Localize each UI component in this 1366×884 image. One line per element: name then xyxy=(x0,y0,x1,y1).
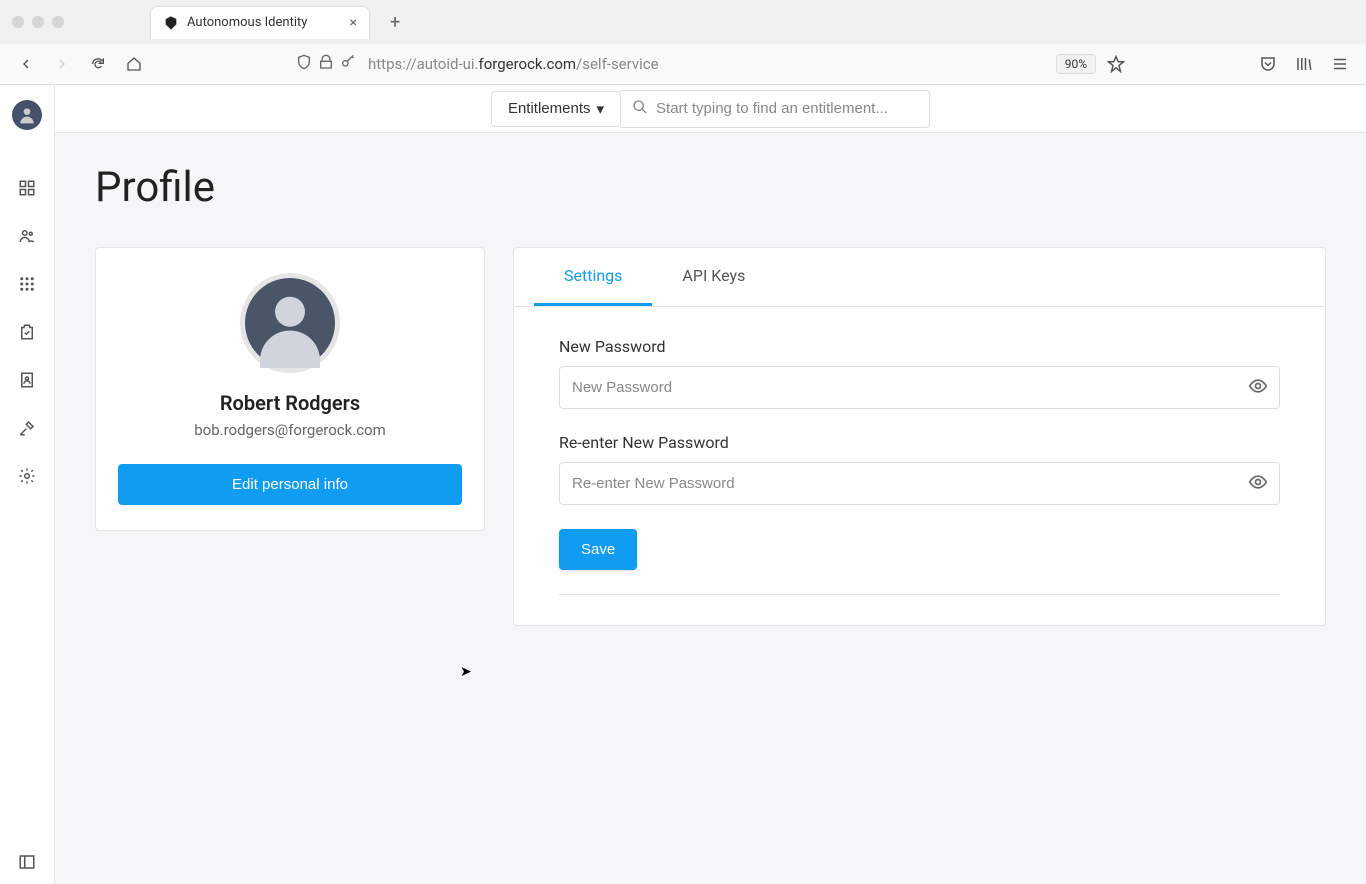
cursor-icon: ➤ xyxy=(460,664,472,680)
search-icon xyxy=(632,99,648,119)
tab-api-keys[interactable]: API Keys xyxy=(652,248,775,306)
browser-titlebar: Autonomous Identity × + xyxy=(0,0,1366,44)
apps-grid-icon[interactable] xyxy=(17,274,37,294)
bookmark-star-icon[interactable] xyxy=(1102,50,1130,78)
sidebar xyxy=(0,85,55,884)
gavel-icon[interactable] xyxy=(17,418,37,438)
gear-icon[interactable] xyxy=(17,466,37,486)
chevron-down-icon: ▾ xyxy=(597,100,605,118)
tabs: Settings API Keys xyxy=(514,248,1325,307)
contacts-icon[interactable] xyxy=(17,370,37,390)
search-container[interactable] xyxy=(620,90,930,128)
tasks-icon[interactable] xyxy=(17,322,37,342)
library-icon[interactable] xyxy=(1290,50,1318,78)
new-password-input[interactable] xyxy=(559,366,1280,409)
dropdown-label: Entitlements xyxy=(508,100,591,117)
browser-tab[interactable]: Autonomous Identity × xyxy=(150,6,370,39)
app-header: Entitlements ▾ xyxy=(55,85,1366,133)
forward-button[interactable] xyxy=(48,50,76,78)
settings-panel: Settings API Keys New Password xyxy=(513,247,1326,626)
main-area: Entitlements ▾ Profile Robert Rodgers xyxy=(55,85,1366,884)
minimize-window-button[interactable] xyxy=(32,16,44,28)
lock-icon[interactable] xyxy=(318,54,334,74)
close-window-button[interactable] xyxy=(12,16,24,28)
password-form: New Password Re-enter New Password xyxy=(514,307,1325,625)
url-text[interactable]: https://autoid-ui.forgerock.com/self-ser… xyxy=(368,51,1050,77)
entitlements-dropdown[interactable]: Entitlements ▾ xyxy=(491,91,621,127)
app-container: Entitlements ▾ Profile Robert Rodgers xyxy=(0,85,1366,884)
eye-icon[interactable] xyxy=(1248,472,1268,496)
dashboard-icon[interactable] xyxy=(17,178,37,198)
profile-avatar xyxy=(240,273,340,373)
key-icon[interactable] xyxy=(340,54,356,74)
pocket-icon[interactable] xyxy=(1254,50,1282,78)
search-input[interactable] xyxy=(656,100,917,117)
tab-favicon-icon xyxy=(163,15,179,31)
edit-personal-info-button[interactable]: Edit personal info xyxy=(118,464,462,505)
profile-email: bob.rodgers@forgerock.com xyxy=(118,421,462,439)
browser-chrome: Autonomous Identity × + xyxy=(0,0,1366,85)
confirm-password-label: Re-enter New Password xyxy=(559,433,1280,452)
confirm-password-input[interactable] xyxy=(559,462,1280,505)
window-controls xyxy=(12,16,64,28)
tab-settings[interactable]: Settings xyxy=(534,248,652,306)
zoom-badge[interactable]: 90% xyxy=(1056,54,1096,74)
tab-title: Autonomous Identity xyxy=(187,15,307,30)
divider xyxy=(559,594,1280,595)
profile-layout: Robert Rodgers bob.rodgers@forgerock.com… xyxy=(95,247,1326,626)
page-title: Profile xyxy=(95,163,1326,212)
eye-icon[interactable] xyxy=(1248,376,1268,400)
shield-icon[interactable] xyxy=(296,54,312,74)
new-password-label: New Password xyxy=(559,337,1280,356)
url-bar[interactable]: https://autoid-ui.forgerock.com/self-ser… xyxy=(164,50,1130,78)
sidebar-user-avatar[interactable] xyxy=(12,100,42,130)
content: Profile Robert Rodgers bob.rodgers@forge… xyxy=(55,133,1366,884)
profile-card: Robert Rodgers bob.rodgers@forgerock.com… xyxy=(95,247,485,531)
profile-name: Robert Rodgers xyxy=(118,391,462,415)
users-icon[interactable] xyxy=(17,226,37,246)
browser-toolbar: https://autoid-ui.forgerock.com/self-ser… xyxy=(0,44,1366,84)
reload-button[interactable] xyxy=(84,50,112,78)
tab-close-icon[interactable]: × xyxy=(350,15,357,31)
back-button[interactable] xyxy=(12,50,40,78)
collapse-icon[interactable] xyxy=(17,852,37,872)
save-button[interactable]: Save xyxy=(559,529,637,570)
home-button[interactable] xyxy=(120,50,148,78)
hamburger-menu-icon[interactable] xyxy=(1326,50,1354,78)
new-tab-button[interactable]: + xyxy=(382,8,408,37)
maximize-window-button[interactable] xyxy=(52,16,64,28)
